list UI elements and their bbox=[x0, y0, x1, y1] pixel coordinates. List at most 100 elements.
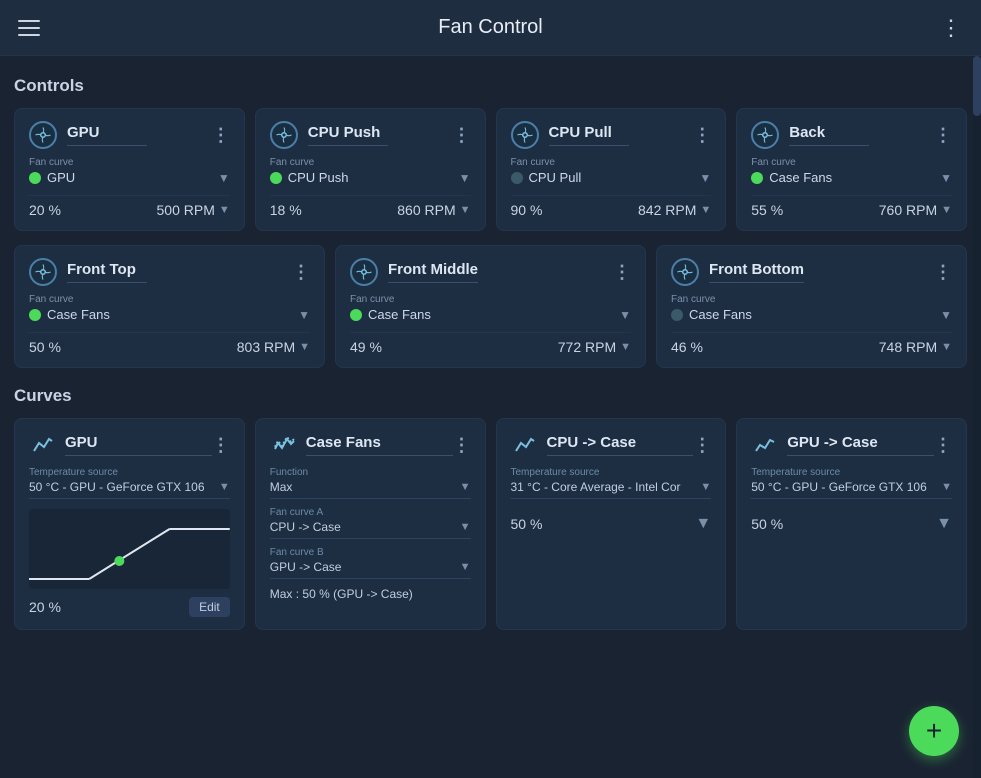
fan-curve-val-front-bottom: Case Fans bbox=[689, 307, 934, 322]
stat-rpm-cpu-push: 860 RPM ▼ bbox=[397, 202, 470, 218]
rpm-arrow-front-bottom[interactable]: ▼ bbox=[941, 341, 952, 353]
fan-curve-select-cpu-push[interactable]: CPU Push ▼ bbox=[270, 170, 471, 185]
function-arrow-case-fans[interactable]: ▼ bbox=[460, 481, 471, 493]
fan-curve-val-cpu-push: CPU Push bbox=[288, 170, 453, 185]
stat-percent-cpu-push: 18 % bbox=[270, 202, 302, 218]
curve-menu-case-fans[interactable]: ⋮ bbox=[453, 435, 471, 456]
temp-source-label-cpu-case: Temperature source bbox=[511, 467, 712, 478]
fan-curve-arrow-front-middle[interactable]: ▼ bbox=[619, 308, 631, 322]
stat-rpm-back: 760 RPM ▼ bbox=[879, 202, 952, 218]
curve-card-case-fans: Case Fans ⋮ Function Max ▼ Fan curve A C… bbox=[255, 418, 486, 630]
curve-menu-gpu-case[interactable]: ⋮ bbox=[934, 435, 952, 456]
temp-source-arrow-cpu-case[interactable]: ▼ bbox=[700, 481, 711, 493]
fan-curve-select-front-bottom[interactable]: Case Fans ▼ bbox=[671, 307, 952, 322]
curve-percent-gpu-case: 50 % bbox=[751, 516, 783, 532]
fan-icon-gpu bbox=[29, 121, 57, 149]
fan-curve-label-front-middle: Fan curve bbox=[350, 294, 631, 305]
fan-curve-val-front-middle: Case Fans bbox=[368, 307, 613, 322]
fan-curve-arrow-cpu-push[interactable]: ▼ bbox=[459, 171, 471, 185]
stat-rpm-front-middle: 772 RPM ▼ bbox=[558, 339, 631, 355]
fan-curve-b-arrow-case-fans[interactable]: ▼ bbox=[460, 561, 471, 573]
temp-source-arrow-gpu[interactable]: ▼ bbox=[219, 481, 230, 493]
temp-source-val-gpu[interactable]: 50 °C - GPU - GeForce GTX 106 ▼ bbox=[29, 480, 230, 499]
fan-curve-b-text-case-fans: GPU -> Case bbox=[270, 560, 342, 574]
fan-curve-a-label-case-fans: Fan curve A bbox=[270, 507, 471, 518]
edit-button-gpu[interactable]: Edit bbox=[189, 597, 230, 617]
fan-curve-arrow-front-bottom[interactable]: ▼ bbox=[940, 308, 952, 322]
stat-percent-front-bottom: 46 % bbox=[671, 339, 703, 355]
fan-curve-b-label-case-fans: Fan curve B bbox=[270, 547, 471, 558]
fan-curve-a-val-case-fans[interactable]: CPU -> Case ▼ bbox=[270, 520, 471, 539]
rpm-arrow-cpu-pull[interactable]: ▼ bbox=[700, 204, 711, 216]
add-fab-button[interactable]: + bbox=[909, 706, 959, 756]
curve-title-cpu-case: CPU -> Case bbox=[547, 434, 694, 456]
control-card-gpu: GPU ⋮ Fan curve GPU ▼ 20 % 500 RPM ▼ bbox=[14, 108, 245, 231]
control-menu-cpu-pull[interactable]: ⋮ bbox=[693, 125, 711, 146]
rpm-arrow-front-top[interactable]: ▼ bbox=[299, 341, 310, 353]
max-label-case-fans: Max : 50 % (GPU -> Case) bbox=[270, 587, 471, 601]
curve-percent-cpu-case: 50 % bbox=[511, 516, 543, 532]
fan-curve-val-gpu: GPU bbox=[47, 170, 212, 185]
control-menu-back[interactable]: ⋮ bbox=[934, 125, 952, 146]
stat-rpm-cpu-pull: 842 RPM ▼ bbox=[638, 202, 711, 218]
curve-icon-gpu-case bbox=[751, 431, 779, 459]
temp-source-text-cpu-case: 31 °C - Core Average - Intel Cor bbox=[511, 480, 681, 494]
fan-curve-select-cpu-pull[interactable]: CPU Pull ▼ bbox=[511, 170, 712, 185]
expand-icon-gpu-case[interactable]: ▼ bbox=[936, 515, 952, 533]
controls-row-2: Front Top ⋮ Fan curve Case Fans ▼ 50 % 8… bbox=[14, 245, 967, 368]
fan-curve-arrow-cpu-pull[interactable]: ▼ bbox=[699, 171, 711, 185]
control-card-front-bottom: Front Bottom ⋮ Fan curve Case Fans ▼ 46 … bbox=[656, 245, 967, 368]
fan-icon-cpu-push bbox=[270, 121, 298, 149]
control-menu-front-middle[interactable]: ⋮ bbox=[613, 262, 631, 283]
fan-icon-front-middle bbox=[350, 258, 378, 286]
curve-icon-cpu-case bbox=[511, 431, 539, 459]
fan-curve-select-back[interactable]: Case Fans ▼ bbox=[751, 170, 952, 185]
status-dot-front-middle bbox=[350, 309, 362, 321]
fan-curve-val-back: Case Fans bbox=[769, 170, 934, 185]
control-name-cpu-push: CPU Push bbox=[308, 124, 388, 146]
menu-button[interactable] bbox=[18, 20, 40, 36]
temp-source-val-gpu-case[interactable]: 50 °C - GPU - GeForce GTX 106 ▼ bbox=[751, 480, 952, 499]
rpm-arrow-back[interactable]: ▼ bbox=[941, 204, 952, 216]
control-menu-gpu[interactable]: ⋮ bbox=[212, 125, 230, 146]
fan-curve-arrow-gpu[interactable]: ▼ bbox=[218, 171, 230, 185]
control-menu-front-bottom[interactable]: ⋮ bbox=[934, 262, 952, 283]
stat-rpm-front-bottom: 748 RPM ▼ bbox=[879, 339, 952, 355]
stat-rpm-front-top: 803 RPM ▼ bbox=[237, 339, 310, 355]
rpm-arrow-gpu[interactable]: ▼ bbox=[219, 204, 230, 216]
fan-icon-front-top bbox=[29, 258, 57, 286]
rpm-arrow-cpu-push[interactable]: ▼ bbox=[460, 204, 471, 216]
fan-curve-select-gpu[interactable]: GPU ▼ bbox=[29, 170, 230, 185]
rpm-arrow-front-middle[interactable]: ▼ bbox=[620, 341, 631, 353]
curve-menu-cpu-case[interactable]: ⋮ bbox=[693, 435, 711, 456]
fan-curve-select-front-top[interactable]: Case Fans ▼ bbox=[29, 307, 310, 322]
temp-source-arrow-gpu-case[interactable]: ▼ bbox=[941, 481, 952, 493]
controls-row-1: GPU ⋮ Fan curve GPU ▼ 20 % 500 RPM ▼ bbox=[14, 108, 967, 231]
curve-title-gpu-case: GPU -> Case bbox=[787, 434, 934, 456]
curve-menu-gpu[interactable]: ⋮ bbox=[212, 435, 230, 456]
temp-source-text-gpu-case: 50 °C - GPU - GeForce GTX 106 bbox=[751, 480, 927, 494]
fan-curve-arrow-front-top[interactable]: ▼ bbox=[298, 308, 310, 322]
fan-icon-front-bottom bbox=[671, 258, 699, 286]
control-menu-front-top[interactable]: ⋮ bbox=[292, 262, 310, 283]
header-more-icon[interactable]: ⋮ bbox=[940, 15, 963, 41]
control-menu-cpu-push[interactable]: ⋮ bbox=[453, 125, 471, 146]
function-val-case-fans[interactable]: Max ▼ bbox=[270, 480, 471, 499]
curves-section-label: Curves bbox=[14, 386, 967, 406]
fan-curve-arrow-back[interactable]: ▼ bbox=[940, 171, 952, 185]
fan-curve-val-cpu-pull: CPU Pull bbox=[529, 170, 694, 185]
fan-curve-label-front-top: Fan curve bbox=[29, 294, 310, 305]
curves-grid: GPU ⋮ Temperature source 50 °C - GPU - G… bbox=[14, 418, 967, 630]
fan-curve-select-front-middle[interactable]: Case Fans ▼ bbox=[350, 307, 631, 322]
scrollbar-thumb[interactable] bbox=[973, 56, 981, 116]
temp-source-label-gpu: Temperature source bbox=[29, 467, 230, 478]
fan-curve-a-arrow-case-fans[interactable]: ▼ bbox=[460, 521, 471, 533]
expand-icon-cpu-case[interactable]: ▼ bbox=[695, 515, 711, 533]
temp-source-val-cpu-case[interactable]: 31 °C - Core Average - Intel Cor ▼ bbox=[511, 480, 712, 499]
stat-percent-gpu: 20 % bbox=[29, 202, 61, 218]
control-name-back: Back bbox=[789, 124, 869, 146]
temp-source-label-gpu-case: Temperature source bbox=[751, 467, 952, 478]
curve-percent-gpu: 20 % bbox=[29, 599, 61, 615]
fan-curve-b-val-case-fans[interactable]: GPU -> Case ▼ bbox=[270, 560, 471, 579]
status-dot-gpu bbox=[29, 172, 41, 184]
